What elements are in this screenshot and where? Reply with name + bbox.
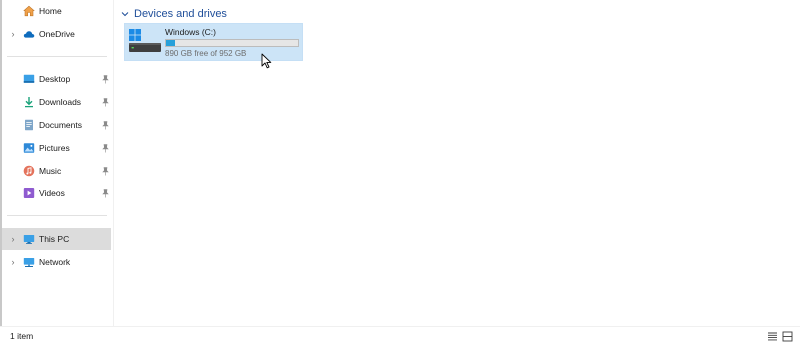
sidebar-item-this-pc[interactable]: › This PC (2, 228, 111, 250)
chevron-down-icon[interactable] (120, 9, 130, 19)
chevron-right-icon[interactable]: › (9, 29, 17, 39)
sidebar-item-label: Music (39, 166, 62, 176)
download-arrow-icon (23, 96, 35, 108)
chevron-right-icon[interactable]: › (9, 234, 17, 244)
network-icon (23, 256, 35, 268)
drive-tile-c[interactable]: Windows (C:) 890 GB free of 952 GB (124, 23, 303, 61)
sidebar-item-downloads[interactable]: Downloads (2, 91, 111, 113)
drive-usage-fill (166, 40, 175, 46)
sidebar-item-label: This PC (39, 234, 70, 244)
navigation-pane: Home › OneDrive Desktop Downloads Docume… (2, 0, 114, 326)
sidebar-item-documents[interactable]: Documents (2, 114, 111, 136)
monitor-icon (23, 233, 35, 245)
sidebar-item-music[interactable]: Music (2, 160, 111, 182)
item-count: 1 item (10, 331, 34, 341)
tiles-view-icon (782, 331, 792, 341)
details-view-button[interactable] (766, 330, 778, 342)
tiles-view-button[interactable] (781, 330, 793, 342)
sidebar-item-network[interactable]: › Network (2, 251, 111, 273)
windows-drive-icon (129, 28, 161, 54)
sidebar-item-label: Videos (39, 188, 65, 198)
pin-icon[interactable] (102, 143, 109, 153)
document-icon (23, 119, 35, 131)
video-icon (23, 187, 35, 199)
pin-icon[interactable] (102, 188, 109, 198)
drive-usage-bar (165, 39, 299, 47)
sidebar-item-label: Documents (39, 120, 82, 130)
sidebar-item-label: Pictures (39, 143, 70, 153)
sidebar-item-onedrive[interactable]: › OneDrive (2, 23, 111, 45)
sidebar-item-home[interactable]: Home (2, 0, 111, 22)
details-view-icon (767, 332, 777, 340)
cloud-icon (23, 28, 35, 40)
content-pane: Devices and drives Windows (C:) 890 GB f… (116, 0, 800, 326)
pin-icon[interactable] (102, 166, 109, 176)
music-note-icon (23, 165, 35, 177)
sidebar-divider (7, 215, 107, 216)
sidebar-item-label: Desktop (39, 74, 71, 84)
group-title: Devices and drives (134, 8, 227, 20)
home-icon (23, 5, 35, 17)
chevron-right-icon[interactable]: › (9, 257, 17, 267)
pin-icon[interactable] (102, 74, 109, 84)
sidebar-item-label: Downloads (39, 97, 82, 107)
sidebar-item-label: Home (39, 6, 62, 16)
pin-icon[interactable] (102, 97, 109, 107)
mouse-cursor-icon (261, 53, 272, 69)
drive-name: Windows (C:) (165, 27, 217, 37)
sidebar-item-label: OneDrive (39, 29, 75, 39)
drive-free-space: 890 GB free of 952 GB (165, 49, 247, 58)
sidebar-divider (7, 56, 107, 57)
status-bar: 1 item (0, 326, 800, 344)
pin-icon[interactable] (102, 120, 109, 130)
sidebar-item-videos[interactable]: Videos (2, 182, 111, 204)
desktop-icon (23, 73, 35, 85)
picture-icon (23, 142, 35, 154)
sidebar-item-desktop[interactable]: Desktop (2, 68, 111, 90)
sidebar-item-pictures[interactable]: Pictures (2, 137, 111, 159)
group-header-devices[interactable]: Devices and drives (120, 7, 227, 21)
sidebar-item-label: Network (39, 257, 71, 267)
